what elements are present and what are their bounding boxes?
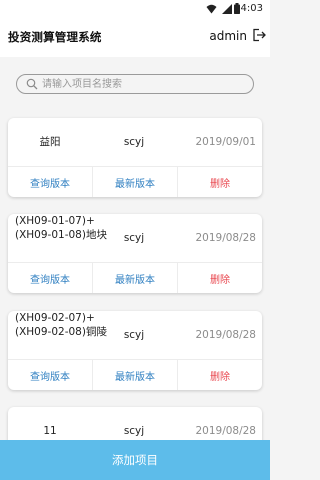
search-box[interactable] xyxy=(16,74,254,94)
battery-icon xyxy=(234,3,240,14)
search-input[interactable] xyxy=(42,76,247,92)
delete-button[interactable]: 删除 xyxy=(178,263,262,293)
latest-version-button[interactable]: 最新版本 xyxy=(93,167,178,197)
project-actions: 查询版本 最新版本 删除 xyxy=(8,359,262,390)
project-actions: 查询版本 最新版本 删除 xyxy=(8,166,262,197)
project-user: scyj xyxy=(123,329,145,341)
project-name-line: (XH09-02-07)+ xyxy=(15,312,95,324)
project-user: scyj xyxy=(123,232,145,244)
delete-button[interactable]: 删除 xyxy=(178,360,262,390)
project-info[interactable]: (XH09-01-07)+ (XH09-01-08)地块 scyj 2019/0… xyxy=(8,214,262,262)
project-card: 益阳 scyj 2019/09/01 查询版本 最新版本 删除 xyxy=(8,118,262,197)
delete-button[interactable]: 删除 xyxy=(178,167,262,197)
project-name: 益阳 xyxy=(39,136,61,148)
project-date: 2019/08/28 xyxy=(195,232,256,244)
status-bar: 4:03 xyxy=(0,0,270,17)
signal-icon xyxy=(222,3,232,14)
logout-icon[interactable] xyxy=(252,28,266,42)
app-bar: 投资测算管理系统 admin xyxy=(0,17,270,57)
search-icon xyxy=(26,78,38,90)
project-card: (XH09-01-07)+ (XH09-01-08)地块 scyj 2019/0… xyxy=(8,214,262,293)
add-project-button[interactable]: 添加项目 xyxy=(0,440,270,480)
latest-version-button[interactable]: 最新版本 xyxy=(93,263,178,293)
project-info[interactable]: (XH09-02-07)+ (XH09-02-08)铜陵 scyj 2019/0… xyxy=(8,311,262,359)
query-version-button[interactable]: 查询版本 xyxy=(8,360,93,390)
status-time: 4:03 xyxy=(240,3,263,14)
project-date: 2019/09/01 xyxy=(195,136,256,148)
app-title: 投资测算管理系统 xyxy=(8,30,102,44)
project-actions: 查询版本 最新版本 删除 xyxy=(8,262,262,293)
project-date: 2019/08/28 xyxy=(195,329,256,341)
username: admin xyxy=(209,29,247,43)
latest-version-button[interactable]: 最新版本 xyxy=(93,360,178,390)
query-version-button[interactable]: 查询版本 xyxy=(8,263,93,293)
project-card: (XH09-02-07)+ (XH09-02-08)铜陵 scyj 2019/0… xyxy=(8,311,262,390)
status-icons xyxy=(206,3,232,14)
project-user: scyj xyxy=(123,136,145,148)
wifi-icon xyxy=(206,4,217,13)
query-version-button[interactable]: 查询版本 xyxy=(8,167,93,197)
project-info[interactable]: 益阳 scyj 2019/09/01 xyxy=(8,118,262,166)
project-name-line: (XH09-01-07)+ xyxy=(15,215,95,227)
